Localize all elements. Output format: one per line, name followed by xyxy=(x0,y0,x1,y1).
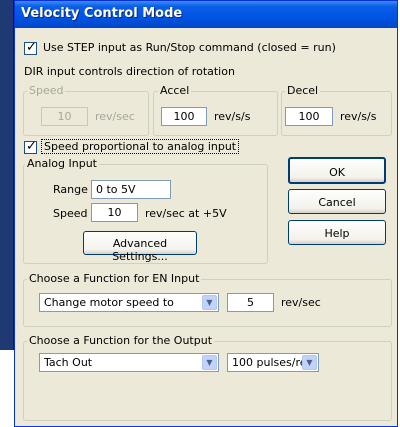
en-function-select[interactable]: Change motor speed to ▼ xyxy=(39,293,219,312)
dir-note: DIR input controls direction of rotation xyxy=(24,65,235,78)
checkmark-icon: ✓ xyxy=(26,40,37,55)
speed-field[interactable]: 10 xyxy=(41,107,88,126)
pulses-value: 100 pulses/rev xyxy=(232,356,313,369)
analog-input-legend: Analog Input xyxy=(25,157,99,170)
output-function-select[interactable]: Tach Out ▼ xyxy=(39,353,219,372)
pulses-select[interactable]: 100 pulses/rev ▼ xyxy=(227,353,319,372)
decel-field[interactable]: 100 xyxy=(285,107,333,126)
dialog-title: Velocity Control Mode xyxy=(15,1,397,28)
decel-legend: Decel xyxy=(285,84,321,97)
range-field[interactable]: 0 to 5V xyxy=(91,180,171,199)
output-legend: Choose a Function for the Output xyxy=(27,334,215,347)
en-function-value: Change motor speed to xyxy=(44,296,174,309)
dropdown-arrow-icon[interactable]: ▼ xyxy=(202,295,217,310)
cancel-button[interactable]: Cancel xyxy=(288,189,386,214)
ok-button[interactable]: OK xyxy=(288,157,386,184)
help-button[interactable]: Help xyxy=(288,220,386,245)
analog-speed-unit: rev/sec at +5V xyxy=(145,207,227,220)
step-input-checkbox[interactable]: ✓ xyxy=(24,40,37,55)
decel-unit: rev/s/s xyxy=(340,110,377,123)
analog-speed-field-label: Speed xyxy=(53,207,88,220)
background-window-edge xyxy=(0,0,14,350)
step-input-label: Use STEP input as Run/Stop command (clos… xyxy=(43,41,336,54)
en-value-field[interactable]: 5 xyxy=(227,293,274,312)
advanced-settings-button[interactable]: Advanced Settings... xyxy=(83,231,197,263)
output-function-value: Tach Out xyxy=(44,356,93,369)
velocity-control-dialog: Velocity Control Mode ✓ Use STEP input a… xyxy=(14,0,398,427)
analog-speed-field[interactable]: 10 xyxy=(91,203,138,222)
analog-speed-checkbox[interactable]: ✓ xyxy=(24,139,37,154)
analog-speed-label: Speed proportional to analog input xyxy=(41,139,240,154)
dropdown-arrow-icon[interactable]: ▼ xyxy=(202,355,217,370)
accel-unit: rev/s/s xyxy=(214,110,251,123)
en-value-unit: rev/sec xyxy=(281,296,321,309)
speed-legend: Speed xyxy=(27,84,66,97)
dropdown-arrow-icon[interactable]: ▼ xyxy=(302,355,317,370)
checkmark-icon: ✓ xyxy=(26,139,37,154)
range-label: Range xyxy=(53,183,88,196)
accel-field[interactable]: 100 xyxy=(161,107,207,126)
en-input-legend: Choose a Function for EN Input xyxy=(27,272,202,285)
speed-unit: rev/sec xyxy=(95,110,135,123)
accel-legend: Accel xyxy=(158,84,192,97)
